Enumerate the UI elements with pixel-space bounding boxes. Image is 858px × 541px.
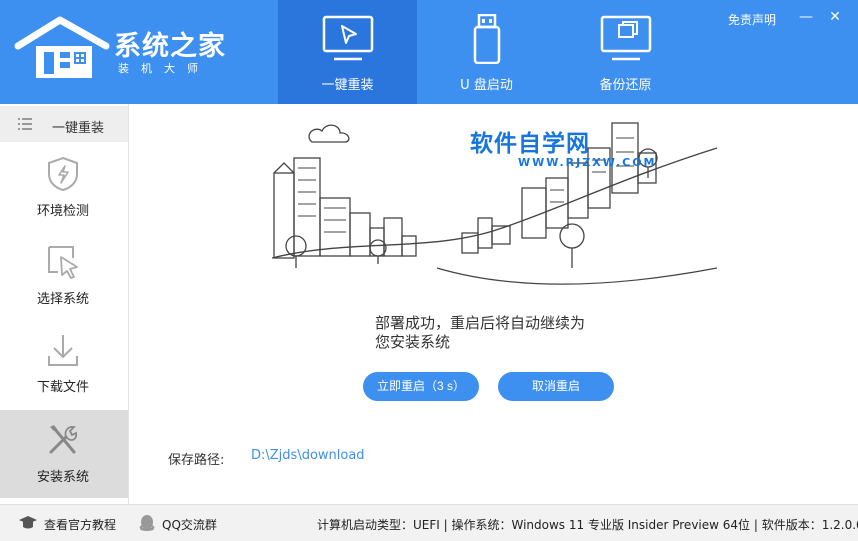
usb-drive-icon	[473, 14, 501, 64]
sidebar-item-install-system[interactable]: 安装系统	[0, 410, 128, 498]
sidebar-item-label: 选择系统	[36, 292, 89, 307]
tab-label: 一键重装	[321, 78, 374, 93]
status-line-2: 您安装系统	[375, 333, 451, 351]
sidebar-item-label: 下载文件	[36, 380, 89, 395]
save-path-link[interactable]: D:\Zjds\download	[251, 448, 365, 463]
app-subtitle: 装机大师	[118, 62, 210, 75]
qq-penguin-icon	[139, 515, 155, 531]
tab-usb-boot[interactable]: U 盘启动	[417, 0, 556, 104]
status-bar: 查看官方教程 QQ交流群 计算机启动类型：UEFI | 操作系统：Windows…	[0, 504, 858, 541]
qq-group-link[interactable]: QQ交流群	[162, 516, 217, 533]
sidebar-item-download-files[interactable]: 下载文件	[0, 320, 128, 408]
sidebar-item-label: 安装系统	[36, 470, 89, 485]
tab-label: U 盘启动	[460, 78, 513, 93]
system-info: 计算机启动类型：UEFI | 操作系统：Windows 11 专业版 Insid…	[317, 518, 858, 532]
download-icon	[48, 335, 78, 366]
shield-bolt-icon	[48, 156, 78, 192]
app-title: 系统之家	[114, 31, 226, 62]
status-line-1: 部署成功，重启后将自动继续为	[375, 314, 586, 332]
restart-now-button[interactable]: 立即重启（3 s）	[363, 372, 479, 401]
sidebar-header: 一键重装	[0, 106, 128, 142]
cursor-screen-icon	[322, 15, 374, 61]
sidebar: 一键重装 环境检测 选择系统 下载文件 安装系统	[0, 104, 129, 504]
cancel-restart-button[interactable]: 取消重启	[498, 372, 614, 401]
backup-windows-icon	[600, 15, 652, 61]
tab-one-click-reinstall[interactable]: 一键重装	[278, 0, 417, 104]
sidebar-header-label: 一键重装	[52, 121, 105, 136]
select-cursor-icon	[48, 246, 78, 279]
house-logo-icon	[14, 16, 110, 78]
menu-icon	[18, 118, 32, 130]
disclaimer-link[interactable]: 免责声明	[728, 11, 776, 28]
sidebar-item-select-system[interactable]: 选择系统	[0, 232, 128, 320]
minimize-button[interactable]: —	[797, 8, 815, 26]
status-message: 部署成功，重启后将自动继续为 您安装系统	[375, 314, 630, 352]
watermark-url: WWW.RJZXW.COM	[518, 156, 657, 169]
tab-backup-restore[interactable]: 备份还原	[556, 0, 695, 104]
official-tutorial-link[interactable]: 查看官方教程	[44, 516, 116, 533]
graduation-cap-icon	[19, 516, 37, 529]
tools-icon	[49, 425, 78, 454]
close-button[interactable]: ✕	[826, 8, 844, 26]
tab-label: 备份还原	[599, 78, 652, 93]
app-header: 系统之家 装机大师 一键重装 U 盘启动 备份还原 免责声明 — ✕	[0, 0, 858, 104]
sidebar-item-label: 环境检测	[36, 204, 89, 219]
app-logo: 系统之家 装机大师	[14, 14, 244, 84]
save-path-label: 保存路径:	[168, 453, 225, 468]
sidebar-item-environment-check[interactable]: 环境检测	[0, 144, 128, 232]
watermark-title: 软件自学网	[470, 131, 590, 157]
